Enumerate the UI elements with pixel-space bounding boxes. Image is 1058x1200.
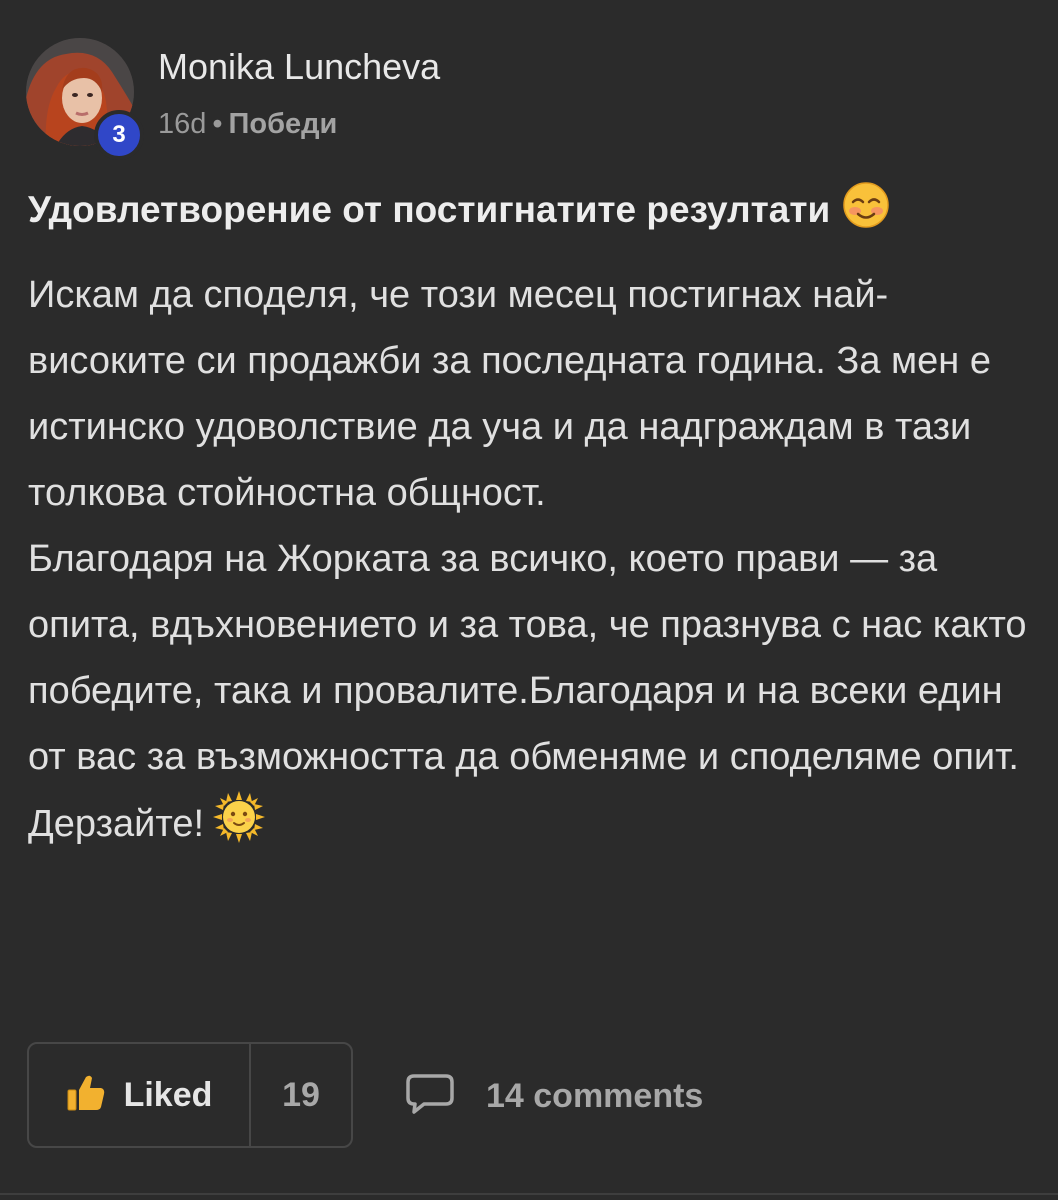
- post-card: 3 Monika Luncheva 16d • Победи Удовлетворе…: [0, 0, 1058, 1200]
- post-paragraph-3: Дерзайте!: [28, 790, 1038, 865]
- post-category[interactable]: Победи: [229, 108, 338, 140]
- meta-separator: •: [212, 108, 223, 140]
- smiling-face-icon: [842, 181, 890, 238]
- comments-button[interactable]: 14 comments: [404, 1070, 703, 1122]
- like-control: Liked 19: [27, 1042, 353, 1148]
- post-title: Удовлетворение от постигнатите резултати: [28, 181, 890, 238]
- divider: [0, 1193, 1058, 1195]
- sun-with-face-icon: [212, 790, 266, 865]
- post-time: 16d: [158, 108, 207, 140]
- comments-label: 14 comments: [486, 1076, 704, 1115]
- post-paragraph-2: Благодаря на Жорката за всичко, което пр…: [28, 538, 1027, 778]
- post-paragraph-1: Искам да споделя, че този месец постигна…: [28, 274, 991, 514]
- author-name[interactable]: Monika Luncheva: [158, 46, 440, 88]
- author-avatar-group[interactable]: 3: [26, 38, 144, 160]
- level-badge: 3: [94, 110, 144, 160]
- like-label: Liked: [123, 1075, 213, 1114]
- like-button[interactable]: Liked: [29, 1044, 251, 1146]
- post-body: Искам да споделя, че този месец постигна…: [28, 262, 1038, 865]
- comment-bubble-icon: [404, 1072, 456, 1121]
- post-title-text: Удовлетворение от постигнатите резултати: [28, 188, 831, 230]
- like-count[interactable]: 19: [251, 1044, 351, 1146]
- post-meta: 16d • Победи: [158, 108, 337, 141]
- post-closing-text: Дерзайте!: [28, 803, 205, 845]
- thumbs-up-icon: [66, 1074, 106, 1117]
